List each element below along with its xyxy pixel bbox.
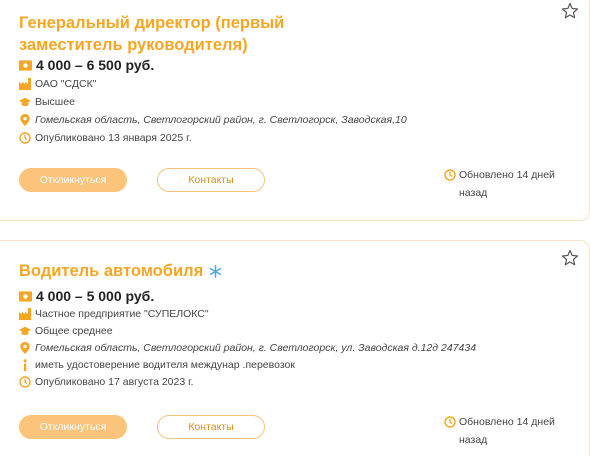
salary-icon	[19, 290, 32, 302]
updated-info: Обновлено 14 дней назад	[444, 413, 564, 449]
contacts-button[interactable]: Контакты	[157, 168, 265, 192]
apply-button[interactable]: Откликнуться	[19, 168, 127, 192]
vacancy-title[interactable]: Водитель автомобиля	[19, 260, 349, 282]
salary-row: 4 000 – 5 000 руб.	[19, 288, 154, 304]
education-row: Общее среднее	[19, 325, 113, 337]
education-level: Общее среднее	[35, 325, 113, 337]
published-date: Опубликовано 13 января 2025 г.	[35, 132, 192, 144]
vacancy-card: Водитель автомобиля 4 000 – 5 000 руб. Ч…	[0, 240, 590, 456]
education-row: Высшее	[19, 96, 75, 108]
salary-icon	[19, 59, 32, 71]
education-icon	[19, 326, 31, 335]
salary-value: 4 000 – 5 000 руб.	[36, 288, 155, 304]
note-row: иметь удостоверение водителя междунар .п…	[19, 359, 295, 371]
published-row: Опубликовано 17 августа 2023 г.	[19, 376, 194, 388]
address-text: Гомельская область, Светлогорский район,…	[35, 114, 407, 126]
company-icon	[19, 308, 31, 320]
education-icon	[19, 97, 31, 106]
snowflake-icon	[210, 265, 222, 278]
vacancy-card: Генеральный директор (первый заместитель…	[0, 0, 590, 221]
updated-info: Обновлено 14 дней назад	[444, 166, 564, 202]
published-date: Опубликовано 17 августа 2023 г.	[35, 376, 194, 388]
address-text: Гомельская область, Светлогорский район,…	[35, 342, 477, 354]
updated-line-2: назад	[459, 187, 488, 199]
company-row: Частное предприятие "СУПЕЛОКС"	[19, 308, 209, 320]
company-icon	[19, 78, 31, 90]
company-name[interactable]: Частное предприятие "СУПЕЛОКС"	[35, 308, 209, 320]
address-row: Гомельская область, Светлогорский район,…	[19, 114, 407, 126]
updated-line-2: назад	[459, 434, 488, 446]
updated-line-1: Обновлено 14 дней	[459, 169, 555, 181]
note-text: иметь удостоверение водителя междунар .п…	[35, 359, 295, 371]
apply-button[interactable]: Откликнуться	[19, 415, 127, 439]
education-level: Высшее	[35, 96, 75, 108]
updated-line-1: Обновлено 14 дней	[459, 416, 555, 428]
star-icon[interactable]	[561, 2, 579, 20]
salary-value: 4 000 – 6 500 руб.	[36, 57, 155, 73]
location-icon	[20, 342, 30, 354]
clock-icon	[444, 169, 456, 181]
clock-icon	[19, 376, 31, 388]
company-row: ОАО "СДСК"	[19, 78, 96, 90]
company-name[interactable]: ОАО "СДСК"	[35, 78, 96, 90]
contacts-button[interactable]: Контакты	[157, 415, 265, 439]
address-row: Гомельская область, Светлогорский район,…	[19, 342, 476, 354]
vacancy-title[interactable]: Генеральный директор (первый заместитель…	[19, 12, 349, 56]
info-icon	[23, 359, 27, 371]
location-icon	[20, 114, 30, 126]
star-icon[interactable]	[561, 249, 579, 267]
published-row: Опубликовано 13 января 2025 г.	[19, 132, 192, 144]
clock-icon	[19, 132, 31, 144]
salary-row: 4 000 – 6 500 руб.	[19, 57, 154, 73]
clock-icon	[444, 416, 456, 428]
vacancy-title-text[interactable]: Водитель автомобиля	[19, 262, 203, 280]
